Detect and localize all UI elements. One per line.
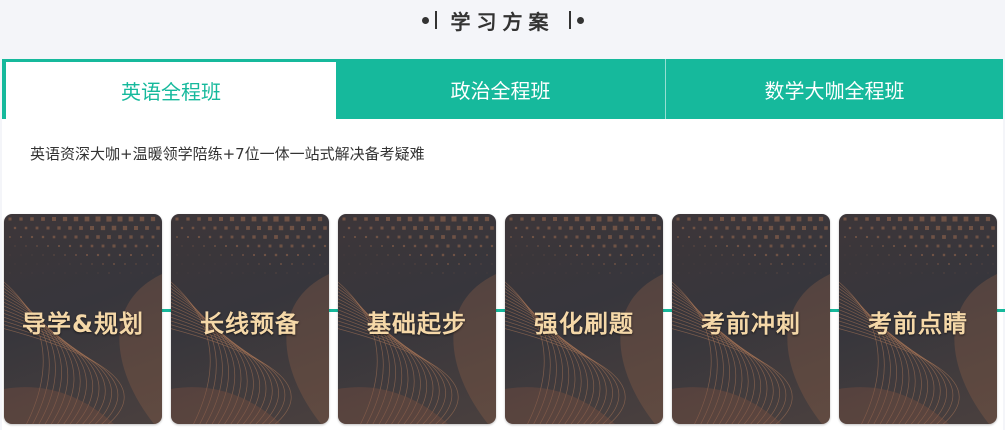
stage-card-guide[interactable]: 导学&规划 <box>4 214 162 424</box>
stage-label: 导学&规划 <box>22 310 144 338</box>
tab-english[interactable]: 英语全程班 <box>2 59 336 119</box>
left-decoration-icon <box>421 11 437 29</box>
stage-label: 强化刷题 <box>534 310 634 338</box>
stage-label: 考前冲刺 <box>701 310 801 338</box>
tab-politics[interactable]: 政治全程班 <box>336 59 666 119</box>
tab-math[interactable]: 数学大咖全程班 <box>666 59 1003 119</box>
stage-card-intensive[interactable]: 强化刷题 <box>505 214 663 424</box>
stage-label: 考前点睛 <box>868 310 968 338</box>
course-description: 英语资深大咖+温暖领学陪练+7位一体一站式解决备考疑难 <box>30 145 425 163</box>
stage-card-final[interactable]: 考前点睛 <box>839 214 997 424</box>
stage-card-sprint[interactable]: 考前冲刺 <box>672 214 830 424</box>
stage-cards: 导学&规划 长线预备 基础起步 强化刷题 考前冲刺 考前点睛 <box>4 214 1005 426</box>
right-decoration-icon <box>568 11 584 29</box>
stage-card-basics[interactable]: 基础起步 <box>338 214 496 424</box>
stage-label: 长线预备 <box>200 310 300 338</box>
section-header: 学习方案 <box>0 0 1005 40</box>
stage-card-long-prep[interactable]: 长线预备 <box>171 214 329 424</box>
plan-panel: 英语全程班 政治全程班 数学大咖全程班 英语资深大咖+温暖领学陪练+7位一体一站… <box>2 59 1005 430</box>
course-tabs: 英语全程班 政治全程班 数学大咖全程班 <box>2 59 1003 119</box>
stage-label: 基础起步 <box>367 310 467 338</box>
section-title: 学习方案 <box>450 9 555 34</box>
